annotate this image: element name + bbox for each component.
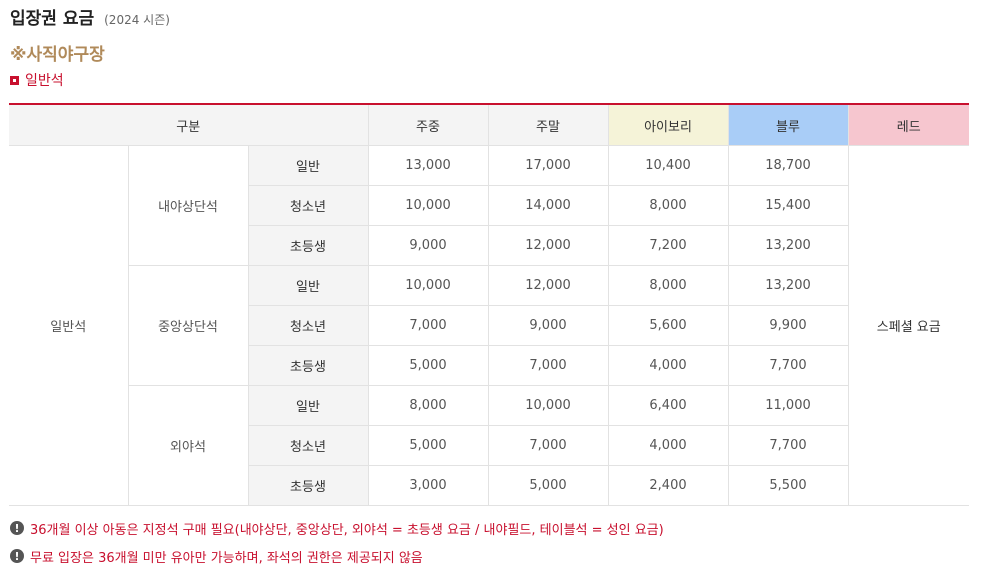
- ivory-price: 7,200: [607, 225, 729, 266]
- blue-price: 11,000: [727, 385, 848, 426]
- ivory-price: 2,400: [607, 465, 729, 506]
- weekend-price: 7,000: [487, 425, 609, 466]
- col-header-category: 구분: [9, 103, 369, 146]
- exclamation-icon: !: [10, 549, 24, 563]
- ticket-type-cell: 청소년: [248, 425, 369, 466]
- blue-price: 9,900: [727, 305, 848, 346]
- weekday-price: 8,000: [367, 385, 489, 426]
- ticket-type-cell: 초등생: [248, 225, 369, 266]
- section-heading: 일반석: [10, 70, 64, 90]
- weekend-price: 10,000: [487, 385, 609, 426]
- col-header-weekday: 주중: [367, 103, 489, 146]
- zone-cell: 외야석: [128, 385, 249, 506]
- table-row: 중앙상단석 일반 10,000 12,000 8,000 13,200: [9, 265, 969, 386]
- weekday-price: 3,000: [367, 465, 489, 506]
- weekday-price: 7,000: [367, 305, 489, 346]
- square-bullet-icon: [10, 75, 19, 85]
- ticket-type-cell: 일반: [247, 385, 369, 426]
- blue-price: 7,700: [727, 425, 848, 466]
- ivory-price: 4,000: [607, 425, 729, 466]
- venue-title: ※사직야구장: [10, 45, 105, 65]
- page-title-row: 입장권 요금 (2024 시즌): [10, 4, 170, 29]
- weekend-price: 7,000: [487, 345, 609, 386]
- blue-price: 7,700: [727, 345, 848, 386]
- ticket-type-cell: 일반: [247, 265, 369, 306]
- table-row: 외야석 일반 8,000 10,000 6,400 11,000: [9, 385, 969, 506]
- weekday-price: 5,000: [367, 425, 489, 466]
- blue-price: 13,200: [727, 265, 848, 306]
- seat-type-cell: 일반석: [9, 145, 129, 506]
- price-table: 구분 주중 주말 아이보리 블루 레드 일반석 내야상단석 일반 13,000 …: [9, 103, 969, 506]
- note-item: ! 무료 입장은 36개월 미만 유아만 가능하며, 좌석의 권한은 제공되지 …: [10, 542, 664, 570]
- table-row: 일반석 내야상단석 일반 13,000 17,000 10,400 18,700…: [9, 145, 969, 506]
- ivory-price: 8,000: [607, 265, 729, 306]
- ivory-price: 10,400: [607, 145, 729, 186]
- col-header-red: 레드: [847, 103, 969, 146]
- ivory-price: 6,400: [607, 385, 729, 426]
- weekday-price: 9,000: [367, 225, 489, 266]
- ticket-type-cell: 일반: [247, 145, 369, 186]
- weekend-price: 9,000: [487, 305, 609, 346]
- exclamation-icon: !: [10, 521, 24, 535]
- weekday-price: 10,000: [367, 265, 489, 306]
- ivory-price: 5,600: [607, 305, 729, 346]
- blue-price: 15,400: [727, 185, 848, 226]
- weekend-price: 17,000: [487, 145, 609, 186]
- weekday-price: 5,000: [367, 345, 489, 386]
- ticket-type-cell: 청소년: [248, 185, 369, 226]
- ticket-type-cell: 청소년: [248, 305, 369, 346]
- season-label: (2024 시즌): [104, 13, 170, 27]
- blue-price: 13,200: [727, 225, 848, 266]
- blue-price: 5,500: [727, 465, 848, 506]
- col-header-weekend: 주말: [487, 103, 609, 146]
- note-text: 무료 입장은 36개월 미만 유아만 가능하며, 좌석의 권한은 제공되지 않음: [30, 550, 423, 566]
- note-item: ! 36개월 이상 아동은 지정석 구매 필요(내야상단, 중앙상단, 외야석 …: [10, 514, 664, 542]
- col-header-blue: 블루: [727, 103, 849, 146]
- weekday-price: 13,000: [367, 145, 489, 186]
- blue-price: 18,700: [727, 145, 849, 186]
- section-label: 일반석: [25, 73, 64, 89]
- zone-cell: 중앙상단석: [128, 265, 249, 386]
- weekend-price: 14,000: [487, 185, 609, 226]
- col-header-ivory: 아이보리: [607, 103, 729, 146]
- ticket-type-cell: 초등생: [248, 345, 369, 386]
- red-special-price: 스페셜 요금: [847, 145, 969, 506]
- ticket-type-cell: 초등생: [248, 465, 369, 506]
- table-header-row: 구분 주중 주말 아이보리 블루 레드: [9, 103, 969, 146]
- weekday-price: 10,000: [367, 185, 489, 226]
- note-text: 36개월 이상 아동은 지정석 구매 필요(내야상단, 중앙상단, 외야석 = …: [30, 522, 664, 538]
- weekend-price: 5,000: [487, 465, 609, 506]
- page-title: 입장권 요금: [10, 9, 95, 29]
- notes-list: ! 36개월 이상 아동은 지정석 구매 필요(내야상단, 중앙상단, 외야석 …: [10, 514, 664, 570]
- weekend-price: 12,000: [487, 225, 609, 266]
- ivory-price: 4,000: [607, 345, 729, 386]
- ivory-price: 8,000: [607, 185, 729, 226]
- zone-cell: 내야상단석: [127, 145, 249, 266]
- weekend-price: 12,000: [487, 265, 609, 306]
